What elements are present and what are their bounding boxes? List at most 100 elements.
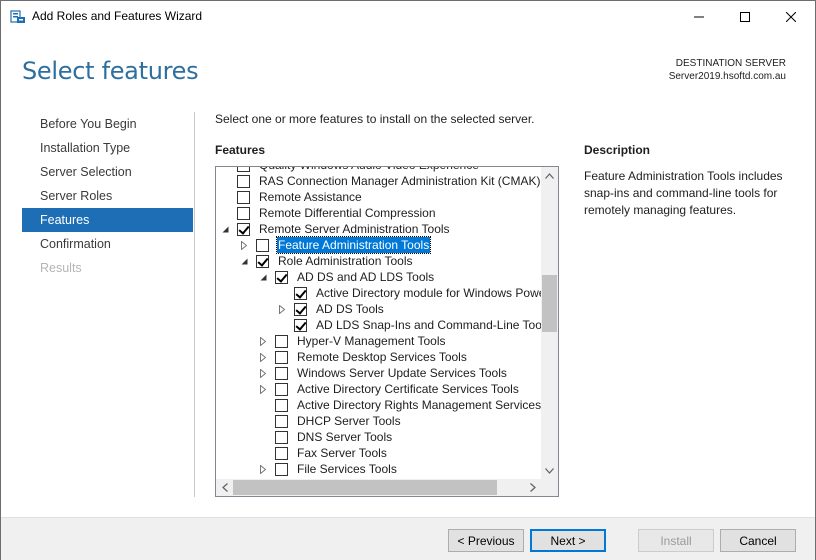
nav-item-installation-type[interactable]: Installation Type <box>22 136 193 160</box>
feature-checkbox[interactable] <box>237 207 250 220</box>
scroll-right-icon[interactable] <box>524 479 541 496</box>
feature-checkbox[interactable] <box>275 335 288 348</box>
scroll-up-icon[interactable] <box>541 167 558 184</box>
tree-row[interactable]: AD DS Tools <box>216 301 541 317</box>
feature-checkbox[interactable] <box>275 399 288 412</box>
feature-checkbox[interactable] <box>275 271 288 284</box>
install-button: Install <box>638 529 714 552</box>
expanded-triangle-icon[interactable] <box>239 253 249 269</box>
tree-row[interactable]: Feature Administration Tools <box>216 236 541 254</box>
collapsed-triangle-icon[interactable] <box>258 381 268 397</box>
tree-row[interactable]: AD LDS Snap-Ins and Command-Line Tools <box>216 317 541 333</box>
tree-row[interactable]: Remote Differential Compression <box>216 205 541 221</box>
tree-row[interactable]: Active Directory module for Windows Powe… <box>216 285 541 301</box>
feature-checkbox[interactable] <box>275 463 288 476</box>
feature-checkbox[interactable] <box>275 367 288 380</box>
expanded-triangle-icon[interactable] <box>220 221 230 237</box>
feature-label[interactable]: Fax Server Tools <box>296 445 388 461</box>
feature-checkbox[interactable] <box>237 191 250 204</box>
feature-checkbox[interactable] <box>294 319 307 332</box>
feature-label[interactable]: AD LDS Snap-Ins and Command-Line Tools <box>315 317 541 333</box>
vertical-scroll-thumb[interactable] <box>542 275 557 332</box>
feature-checkbox[interactable] <box>294 287 307 300</box>
scroll-down-icon[interactable] <box>541 462 558 479</box>
feature-label[interactable]: AD DS and AD LDS Tools <box>296 269 435 285</box>
tree-row[interactable]: DHCP Server Tools <box>216 413 541 429</box>
wizard-header: Select features DESTINATION SERVER Serve… <box>1 32 815 102</box>
tree-row[interactable]: Remote Server Administration Tools <box>216 221 541 237</box>
feature-label[interactable]: Windows Server Update Services Tools <box>296 365 508 381</box>
minimize-button[interactable] <box>676 1 722 32</box>
tree-row[interactable]: Hyper-V Management Tools <box>216 333 541 349</box>
feature-checkbox[interactable] <box>275 415 288 428</box>
features-tree[interactable]: Quality Windows Audio Video ExperienceRA… <box>215 166 559 497</box>
feature-label[interactable]: DHCP Server Tools <box>296 413 402 429</box>
feature-checkbox[interactable] <box>237 175 250 188</box>
nav-item-server-roles[interactable]: Server Roles <box>22 184 193 208</box>
feature-checkbox[interactable] <box>256 255 269 268</box>
tree-row[interactable]: AD DS and AD LDS Tools <box>216 269 541 285</box>
collapsed-triangle-icon[interactable] <box>239 237 249 253</box>
expanded-triangle-icon[interactable] <box>258 269 268 285</box>
tree-row[interactable]: Active Directory Certificate Services To… <box>216 381 541 397</box>
feature-label[interactable]: Remote Differential Compression <box>258 205 437 221</box>
previous-button[interactable]: < Previous <box>448 529 524 552</box>
tree-row[interactable]: Role Administration Tools <box>216 253 541 269</box>
tree-row[interactable]: File Services Tools <box>216 461 541 477</box>
nav-item-confirmation[interactable]: Confirmation <box>22 232 193 256</box>
feature-label[interactable]: Remote Assistance <box>258 189 363 205</box>
feature-checkbox[interactable] <box>237 167 250 172</box>
next-button[interactable]: Next > <box>530 529 606 552</box>
title-bar: Add Roles and Features Wizard <box>1 1 815 32</box>
destination-server-name: Server2019.hsoftd.com.au <box>668 71 786 82</box>
collapsed-triangle-icon[interactable] <box>277 301 287 317</box>
tree-row[interactable]: Remote Desktop Services Tools <box>216 349 541 365</box>
feature-label[interactable]: Role Administration Tools <box>277 253 414 269</box>
collapsed-triangle-icon[interactable] <box>258 365 268 381</box>
vertical-scrollbar[interactable] <box>541 167 558 479</box>
feature-checkbox[interactable] <box>294 303 307 316</box>
tree-row[interactable]: Windows Server Update Services Tools <box>216 365 541 381</box>
feature-checkbox[interactable] <box>256 239 269 252</box>
feature-label[interactable]: Active Directory Rights Management Servi… <box>296 397 541 413</box>
horizontal-scrollbar[interactable] <box>216 479 541 496</box>
scroll-left-icon[interactable] <box>216 479 233 496</box>
feature-checkbox[interactable] <box>275 351 288 364</box>
nav-item-server-selection[interactable]: Server Selection <box>22 160 193 184</box>
feature-label[interactable]: Hyper-V Management Tools <box>296 333 447 349</box>
feature-checkbox[interactable] <box>237 223 250 236</box>
features-tree-viewport: Quality Windows Audio Video ExperienceRA… <box>216 167 541 479</box>
nav-item-before-you-begin[interactable]: Before You Begin <box>22 112 193 136</box>
feature-label[interactable]: Active Directory module for Windows Powe… <box>315 285 541 301</box>
feature-checkbox[interactable] <box>275 447 288 460</box>
feature-label[interactable]: DNS Server Tools <box>296 429 393 445</box>
tree-row[interactable]: Active Directory Rights Management Servi… <box>216 397 541 413</box>
tree-row[interactable]: DNS Server Tools <box>216 429 541 445</box>
features-heading: Features <box>215 143 266 157</box>
tree-row[interactable]: Remote Assistance <box>216 189 541 205</box>
tree-row[interactable]: RAS Connection Manager Administration Ki… <box>216 173 541 189</box>
cancel-button[interactable]: Cancel <box>720 529 796 552</box>
maximize-button[interactable] <box>722 1 768 32</box>
feature-checkbox[interactable] <box>275 383 288 396</box>
feature-label[interactable]: RAS Connection Manager Administration Ki… <box>258 173 541 189</box>
collapsed-triangle-icon[interactable] <box>258 333 268 349</box>
feature-label[interactable]: Active Directory Certificate Services To… <box>296 381 520 397</box>
feature-label[interactable]: File Services Tools <box>296 461 398 477</box>
feature-label[interactable]: AD DS Tools <box>315 301 385 317</box>
page-title: Select features <box>22 57 199 85</box>
wizard-nav: Before You Begin Installation Type Serve… <box>22 112 193 280</box>
feature-checkbox[interactable] <box>275 431 288 444</box>
nav-item-features[interactable]: Features <box>22 208 193 232</box>
feature-label[interactable]: Remote Server Administration Tools <box>258 221 451 237</box>
close-button[interactable] <box>768 1 814 32</box>
tree-row[interactable]: Fax Server Tools <box>216 445 541 461</box>
horizontal-scroll-thumb[interactable] <box>233 480 497 495</box>
nav-divider <box>194 112 195 497</box>
description-text: Feature Administration Tools includes sn… <box>584 169 783 217</box>
feature-label[interactable]: Remote Desktop Services Tools <box>296 349 468 365</box>
destination-server-label: DESTINATION SERVER <box>675 58 786 69</box>
feature-label[interactable]: Feature Administration Tools <box>275 236 432 254</box>
collapsed-triangle-icon[interactable] <box>258 349 268 365</box>
collapsed-triangle-icon[interactable] <box>258 461 268 477</box>
